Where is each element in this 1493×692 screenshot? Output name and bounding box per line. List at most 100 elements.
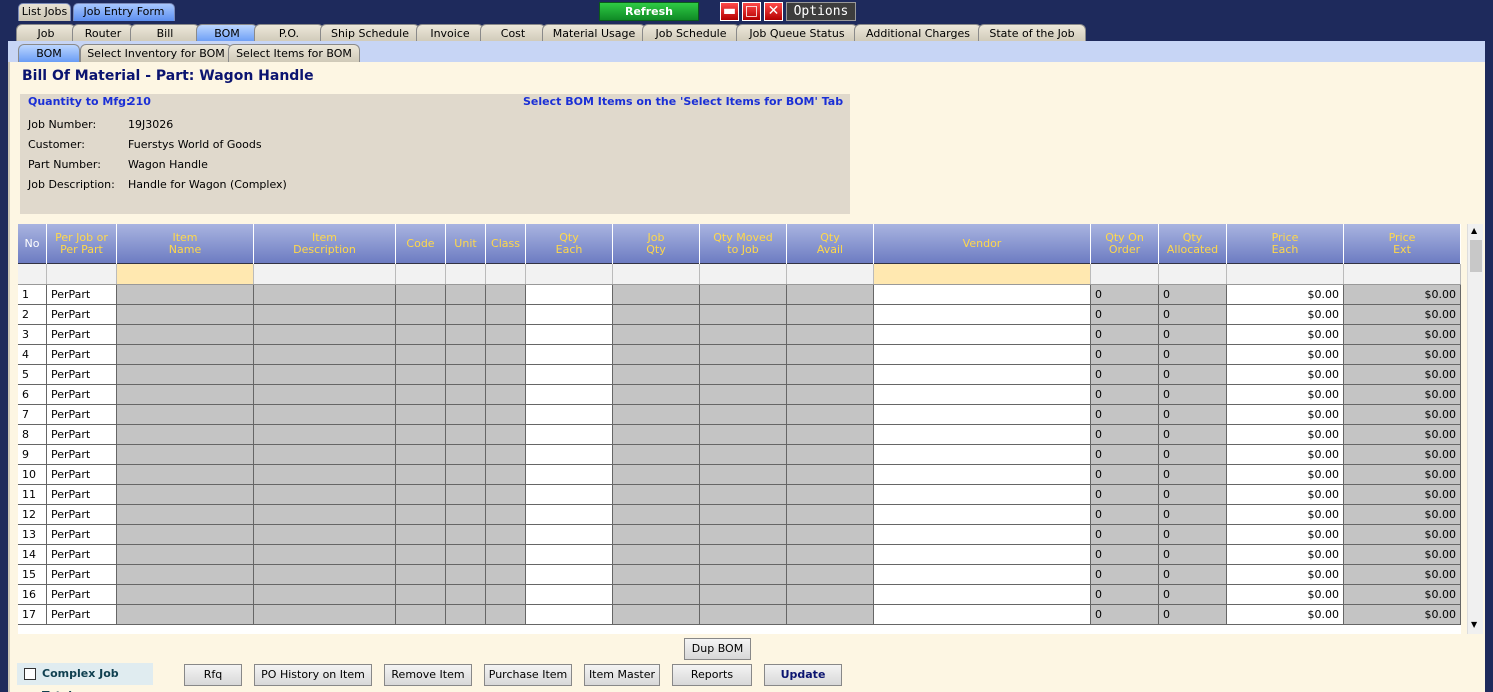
cell-per-job-or-per-part[interactable]: PerPart <box>47 345 117 365</box>
cell-vendor[interactable] <box>874 505 1091 525</box>
cell-per-job-or-per-part[interactable]: PerPart <box>47 285 117 305</box>
dup-bom-button[interactable]: Dup BOM <box>684 638 751 660</box>
cell-qty-each[interactable] <box>526 565 613 585</box>
maximize-icon[interactable]: □ <box>742 2 761 21</box>
col-header-class[interactable]: Class <box>486 224 526 264</box>
cell-qty-each[interactable] <box>526 365 613 385</box>
tab-ship-schedule[interactable]: Ship Schedule <box>320 24 420 42</box>
cell-per-job-or-per-part[interactable]: PerPart <box>47 445 117 465</box>
cell-price-each[interactable]: $0.00 <box>1227 345 1344 365</box>
table-row[interactable]: 12 PerPart 0 0 $0.00 $0.00 <box>18 505 1461 525</box>
subtab-select-inventory[interactable]: Select Inventory for BOM <box>80 44 232 62</box>
tab-job-queue-status[interactable]: Job Queue Status <box>736 24 858 42</box>
update-button[interactable]: Update <box>764 664 842 686</box>
cell-vendor[interactable] <box>874 405 1091 425</box>
cell-per-job-or-per-part[interactable]: PerPart <box>47 425 117 445</box>
col-header-item-name[interactable]: Item Name <box>117 224 254 264</box>
cell-qty-each[interactable] <box>526 385 613 405</box>
cell-price-each[interactable]: $0.00 <box>1227 465 1344 485</box>
scroll-down-icon[interactable]: ▼ <box>1471 620 1477 629</box>
table-row[interactable]: 4 PerPart 0 0 $0.00 $0.00 <box>18 345 1461 365</box>
cell-qty-each[interactable] <box>526 425 613 445</box>
cell-qty-each[interactable] <box>526 305 613 325</box>
cell-per-job-or-per-part[interactable]: PerPart <box>47 545 117 565</box>
cell-vendor[interactable] <box>874 305 1091 325</box>
table-row[interactable]: 10 PerPart 0 0 $0.00 $0.00 <box>18 465 1461 485</box>
table-row[interactable]: 5 PerPart 0 0 $0.00 $0.00 <box>18 365 1461 385</box>
tab-job[interactable]: Job <box>16 24 76 42</box>
col-header-qty-on-order[interactable]: Qty On Order <box>1091 224 1159 264</box>
cell-vendor[interactable] <box>874 605 1091 625</box>
cell-qty-each[interactable] <box>526 345 613 365</box>
cell-per-job-or-per-part[interactable]: PerPart <box>47 485 117 505</box>
tab-state-of-the-job[interactable]: State of the Job <box>978 24 1086 42</box>
cell-vendor[interactable] <box>874 285 1091 305</box>
col-header-no[interactable]: No <box>18 224 47 264</box>
tab-bill[interactable]: Bill <box>130 24 200 42</box>
cell-price-each[interactable]: $0.00 <box>1227 445 1344 465</box>
cell-price-each[interactable]: $0.00 <box>1227 405 1344 425</box>
tab-job-schedule[interactable]: Job Schedule <box>642 24 740 42</box>
filter-cell-vendor[interactable] <box>874 264 1091 284</box>
options-button[interactable]: Options <box>786 2 856 21</box>
table-row[interactable]: 17 PerPart 0 0 $0.00 $0.00 <box>18 605 1461 625</box>
cell-vendor[interactable] <box>874 545 1091 565</box>
col-header-qty-each[interactable]: Qty Each <box>526 224 613 264</box>
cell-price-each[interactable]: $0.00 <box>1227 325 1344 345</box>
cell-price-each[interactable]: $0.00 <box>1227 545 1344 565</box>
cell-qty-each[interactable] <box>526 585 613 605</box>
col-header-code[interactable]: Code <box>396 224 446 264</box>
scroll-thumb[interactable] <box>1470 240 1482 272</box>
cell-qty-each[interactable] <box>526 465 613 485</box>
table-row[interactable]: 11 PerPart 0 0 $0.00 $0.00 <box>18 485 1461 505</box>
cell-qty-each[interactable] <box>526 605 613 625</box>
col-header-per-job-or-per-part[interactable]: Per Job or Per Part <box>47 224 117 264</box>
cell-price-each[interactable]: $0.00 <box>1227 365 1344 385</box>
table-row[interactable]: 8 PerPart 0 0 $0.00 $0.00 <box>18 425 1461 445</box>
cell-per-job-or-per-part[interactable]: PerPart <box>47 565 117 585</box>
cell-qty-each[interactable] <box>526 405 613 425</box>
col-header-qty-moved-to-job[interactable]: Qty Moved to Job <box>700 224 787 264</box>
cell-price-each[interactable]: $0.00 <box>1227 585 1344 605</box>
tab-router[interactable]: Router <box>72 24 134 42</box>
cell-vendor[interactable] <box>874 565 1091 585</box>
table-row[interactable]: 15 PerPart 0 0 $0.00 $0.00 <box>18 565 1461 585</box>
tab-bom[interactable]: BOM <box>196 24 258 42</box>
refresh-button[interactable]: Refresh <box>599 2 699 21</box>
scroll-up-icon[interactable]: ▲ <box>1471 226 1477 235</box>
table-row[interactable]: 16 PerPart 0 0 $0.00 $0.00 <box>18 585 1461 605</box>
grid-scrollbar[interactable]: ▲ ▼ <box>1467 224 1483 634</box>
cell-vendor[interactable] <box>874 345 1091 365</box>
cell-vendor[interactable] <box>874 485 1091 505</box>
table-row[interactable]: 2 PerPart 0 0 $0.00 $0.00 <box>18 305 1461 325</box>
col-header-price-ext[interactable]: Price Ext <box>1344 224 1461 264</box>
cell-vendor[interactable] <box>874 465 1091 485</box>
cell-vendor[interactable] <box>874 525 1091 545</box>
cell-price-each[interactable]: $0.00 <box>1227 565 1344 585</box>
col-header-vendor[interactable]: Vendor <box>874 224 1091 264</box>
cell-qty-each[interactable] <box>526 485 613 505</box>
purchase-item-button[interactable]: Purchase Item <box>484 664 572 686</box>
cell-per-job-or-per-part[interactable]: PerPart <box>47 405 117 425</box>
cell-per-job-or-per-part[interactable]: PerPart <box>47 385 117 405</box>
cell-vendor[interactable] <box>874 585 1091 605</box>
cell-price-each[interactable]: $0.00 <box>1227 525 1344 545</box>
cell-price-each[interactable]: $0.00 <box>1227 425 1344 445</box>
col-header-item-description[interactable]: Item Description <box>254 224 396 264</box>
cell-qty-each[interactable] <box>526 505 613 525</box>
cell-vendor[interactable] <box>874 365 1091 385</box>
table-row[interactable]: 7 PerPart 0 0 $0.00 $0.00 <box>18 405 1461 425</box>
cell-qty-each[interactable] <box>526 525 613 545</box>
cell-price-each[interactable]: $0.00 <box>1227 385 1344 405</box>
cell-vendor[interactable] <box>874 385 1091 405</box>
po-history-button[interactable]: PO History on Item <box>254 664 372 686</box>
cell-per-job-or-per-part[interactable]: PerPart <box>47 465 117 485</box>
cell-vendor[interactable] <box>874 325 1091 345</box>
table-row[interactable]: 13 PerPart 0 0 $0.00 $0.00 <box>18 525 1461 545</box>
table-row[interactable]: 6 PerPart 0 0 $0.00 $0.00 <box>18 385 1461 405</box>
cell-price-each[interactable]: $0.00 <box>1227 305 1344 325</box>
cell-per-job-or-per-part[interactable]: PerPart <box>47 365 117 385</box>
tab-additional-charges[interactable]: Additional Charges <box>854 24 982 42</box>
cell-price-each[interactable]: $0.00 <box>1227 485 1344 505</box>
cell-price-each[interactable]: $0.00 <box>1227 505 1344 525</box>
